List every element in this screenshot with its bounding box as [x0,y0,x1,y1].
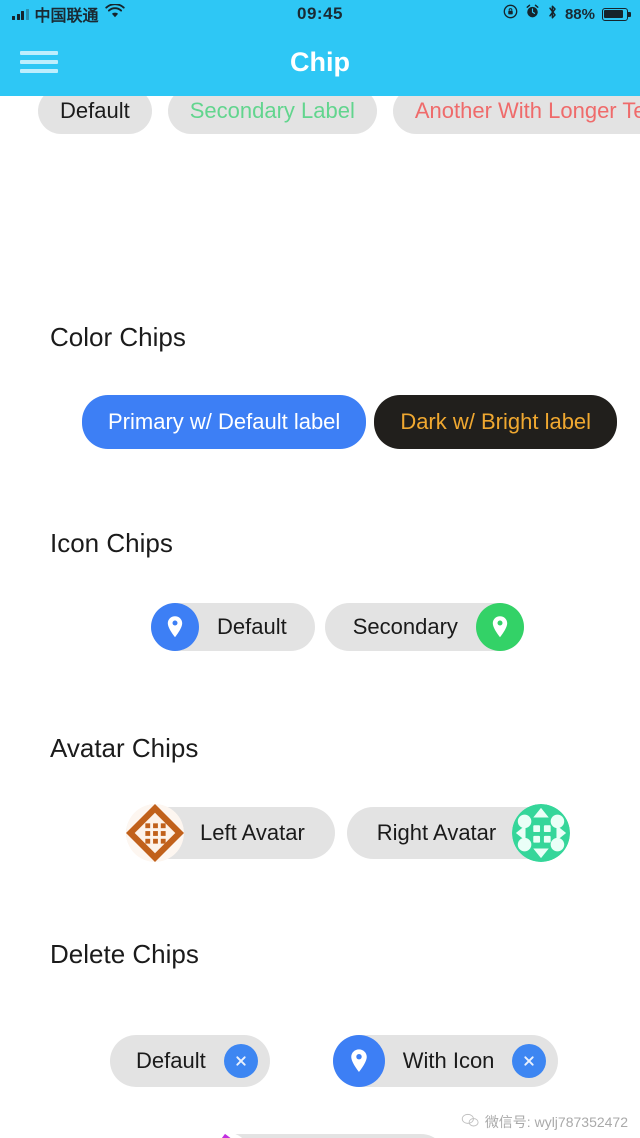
chip-label: Dark w/ Bright label [400,409,592,434]
location-pin-icon [332,1035,385,1087]
chip-label: Default [217,614,287,639]
location-pin-icon [151,603,199,651]
chip-secondary-label[interactable]: Secondary Label [167,96,377,134]
rotation-lock-icon [503,4,518,24]
identicon-avatar-purple [197,1132,253,1138]
section-title: Icon Chips [50,528,173,558]
section-title: Avatar Chips [50,733,199,763]
chip-label: With Icon [402,1048,495,1073]
wechat-logo-icon [461,1113,479,1131]
chip-dark-bright-label[interactable]: Dark w/ Bright label [374,395,618,449]
app-bar: Chip [0,28,640,96]
battery-icon [602,7,631,21]
carrier-label: 中国联通 [34,8,99,25]
chip-label: Secondary [352,614,458,639]
chip-label: Default [136,1048,206,1073]
chip-label: Right Avatar [376,820,497,845]
alarm-clock-icon [525,4,540,24]
section-icon-chips-title: Icon Chips [0,528,173,559]
basic-chips-row: Default Secondary Label Another With Lon… [0,96,640,146]
status-bar-left: 中国联通 [12,2,125,26]
icon-chips-row: Default Secondary [151,603,524,651]
signal-bars-icon [12,8,29,20]
hamburger-menu-icon[interactable] [20,51,58,73]
chip-label: Another With Longer Text [414,98,640,123]
delete-chips-row-2: With Avatar [197,1132,448,1138]
watermark-text: 微信号: wylj787352472 [484,1114,628,1130]
wifi-icon [104,3,125,24]
chip-label: Secondary Label [189,98,355,123]
chip-label: Default [60,98,130,123]
watermark: 微信号: wylj787352472 [461,1112,628,1132]
chip-delete-with-avatar[interactable]: With Avatar [197,1132,448,1138]
page-title: Chip [290,46,350,77]
delete-chips-row-1: Default With Icon [110,1035,559,1087]
chip-left-avatar[interactable]: Left Avatar [126,804,335,862]
chip-primary-default-label[interactable]: Primary w/ Default label [82,395,367,449]
status-bar: 中国联通 09:45 88% [0,0,640,28]
chip-right-avatar[interactable]: Right Avatar [346,804,571,862]
location-pin-icon [475,603,524,651]
identicon-avatar-green [512,804,571,862]
chip-label: Primary w/ Default label [108,409,341,434]
identicon-avatar-orange [126,804,184,862]
chip-icon-default[interactable]: Default [151,603,315,651]
chip-label: Left Avatar [200,820,305,845]
battery-percent-label: 88% [564,5,595,23]
chip-default[interactable]: Default [38,96,152,134]
status-bar-right: 88% [503,4,631,25]
chip-delete-default[interactable]: Default [110,1035,270,1087]
section-title: Delete Chips [50,939,199,969]
chip-longer-text[interactable]: Another With Longer Text [392,96,640,134]
color-chips-row: Primary w/ Default label Dark w/ Bright … [82,395,618,449]
section-avatar-chips-title: Avatar Chips [0,733,198,764]
avatar-chips-row: Left Avatar Right Avatar [126,804,571,862]
close-circle-icon[interactable] [512,1044,547,1078]
section-title: Color Chips [50,322,186,352]
chip-delete-with-icon[interactable]: With Icon [332,1035,559,1087]
section-color-chips-title: Color Chips [0,322,186,353]
chip-icon-secondary[interactable]: Secondary [324,603,524,651]
close-circle-icon[interactable] [223,1044,258,1078]
chip-showcase-content: Default Secondary Label Another With Lon… [0,96,640,1138]
section-delete-chips-title: Delete Chips [0,939,199,970]
bluetooth-icon [547,4,558,25]
